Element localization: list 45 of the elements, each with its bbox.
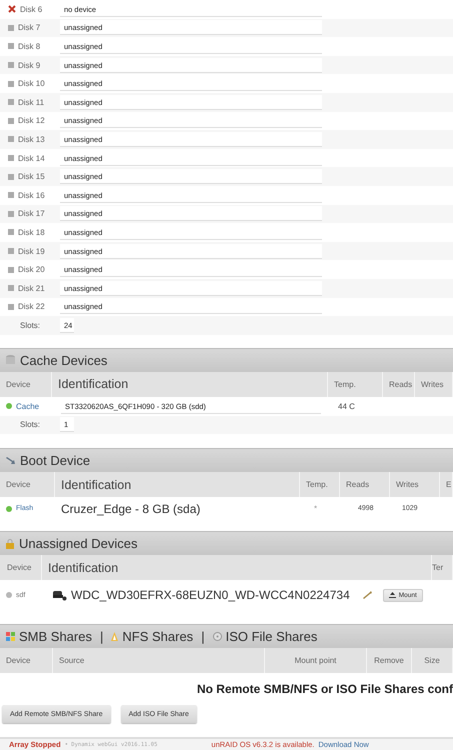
disk-label: Disk 16 xyxy=(18,190,45,200)
eject-icon xyxy=(388,592,396,598)
disk-label: Disk 19 xyxy=(18,246,45,256)
section-title: Cache Devices xyxy=(20,352,108,368)
temp-cell-text: 44 C xyxy=(337,402,356,411)
database-icon xyxy=(6,355,15,366)
lock-icon xyxy=(6,538,14,549)
device-link[interactable]: Cache xyxy=(16,402,40,411)
nfs-shares-tab[interactable]: NFS Shares xyxy=(122,629,194,644)
column-header: Remove xyxy=(367,648,412,674)
temp-cell-text: * xyxy=(313,504,318,514)
tab-separator: | xyxy=(100,629,104,644)
windows-logo-icon xyxy=(6,632,15,642)
disk-label: Disk 17 xyxy=(18,209,45,218)
disk-label: Disk 13 xyxy=(18,134,45,144)
slots-label: Slots: xyxy=(20,420,40,430)
disk-label: Disk 18 xyxy=(18,228,45,237)
column-header: Source xyxy=(53,648,265,674)
disk-label: Disk 12 xyxy=(18,116,45,126)
error-x-icon xyxy=(8,5,16,14)
drive-gear-icon xyxy=(53,590,67,601)
column-header: Size xyxy=(412,648,453,674)
device-identification: Cruzer_Edge - 8 GB (sda) xyxy=(60,502,202,516)
disk-label: Disk 7 xyxy=(18,23,40,32)
empty-shares-message: No Remote SMB/NFS or ISO File Shares conf xyxy=(196,681,453,698)
disk-label: Disk 21 xyxy=(18,284,45,293)
tab-separator: | xyxy=(201,629,205,644)
disk-label: Disk 10 xyxy=(18,79,45,88)
disk-label: Disk 22 xyxy=(18,302,45,312)
disk-label: Disk 15 xyxy=(18,172,45,182)
disc-icon xyxy=(212,632,222,642)
disk-label: Disk 8 xyxy=(18,42,40,51)
device-identification: WDC_WD30EFRX-68EUZN0_WD-WCC4N0224734 xyxy=(71,588,350,602)
column-header: Mount point xyxy=(265,648,367,674)
section-title: Boot Device xyxy=(20,453,90,468)
slots-label: Slots: xyxy=(20,320,40,330)
disk-label: Disk 9 xyxy=(18,60,40,70)
disk-label: Disk 20 xyxy=(18,265,45,274)
smb-shares-tab[interactable]: SMB Shares xyxy=(19,629,92,644)
disk-label: Disk 6 xyxy=(20,4,42,14)
column-header: Device xyxy=(0,648,53,674)
disk-label: Disk 14 xyxy=(18,154,45,163)
disk-label: Disk 11 xyxy=(18,98,44,107)
section-title: Unassigned Devices xyxy=(19,536,138,552)
iso-file-shares-tab[interactable]: ISO File Shares xyxy=(226,629,318,644)
